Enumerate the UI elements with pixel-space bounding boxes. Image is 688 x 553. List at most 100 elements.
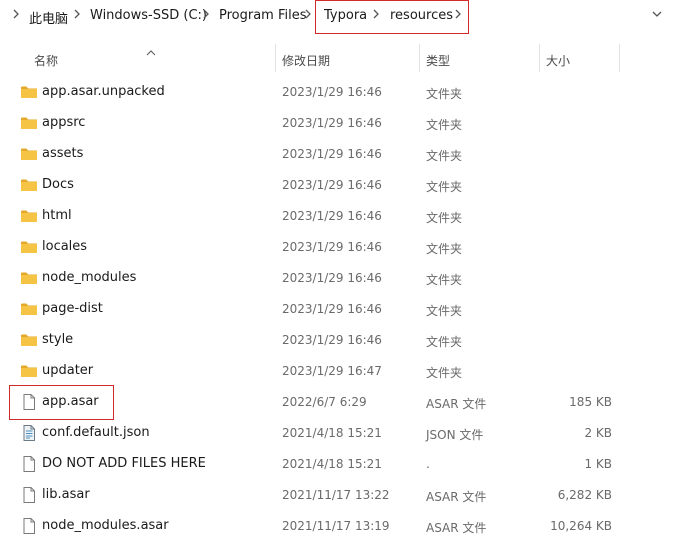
- folder-icon: [20, 300, 38, 318]
- file-icon: [20, 517, 38, 535]
- file-size: 185 KB: [569, 395, 612, 409]
- file-type: 文件夹: [426, 273, 463, 287]
- file-size: 1 KB: [584, 457, 612, 471]
- chevron-right-icon[interactable]: [203, 9, 209, 19]
- breadcrumb-item-typora[interactable]: Typora: [324, 8, 367, 23]
- column-header-row: 名称 修改日期 类型 大小: [0, 44, 688, 76]
- folder-icon: [20, 176, 38, 194]
- file-modified-date: 2023/1/29 16:46: [282, 240, 382, 254]
- file-name: page-dist: [42, 301, 103, 316]
- file-modified-date: 2023/1/29 16:46: [282, 85, 382, 99]
- file-type: ASAR 文件: [426, 397, 487, 411]
- folder-icon: [20, 83, 38, 101]
- file-icon: [20, 486, 38, 504]
- file-type: 文件夹: [426, 335, 463, 349]
- file-modified-date: 2023/1/29 16:46: [282, 209, 382, 223]
- column-header-date[interactable]: 修改日期: [282, 52, 330, 69]
- file-name: assets: [42, 146, 84, 161]
- file-name: html: [42, 208, 72, 223]
- file-row[interactable]: html 2023/1/29 16:46 文件夹: [0, 201, 688, 232]
- column-divider[interactable]: [539, 44, 540, 72]
- file-row[interactable]: app.asar.unpacked 2023/1/29 16:46 文件夹: [0, 77, 688, 108]
- file-modified-date: 2021/11/17 13:22: [282, 488, 390, 502]
- file-modified-date: 2023/1/29 16:46: [282, 302, 382, 316]
- file-modified-date: 2023/1/29 16:46: [282, 333, 382, 347]
- file-size: 10,264 KB: [550, 519, 612, 533]
- file-size: 6,282 KB: [557, 488, 612, 502]
- breadcrumb-item-this-pc[interactable]: 此电脑: [29, 8, 68, 27]
- column-divider[interactable]: [419, 44, 420, 72]
- chevron-right-icon[interactable]: [455, 9, 461, 19]
- file-row[interactable]: node_modules.asar 2021/11/17 13:19 ASAR 文件…: [0, 511, 688, 542]
- chevron-right-icon[interactable]: [305, 9, 311, 19]
- file-row[interactable]: Docs 2023/1/29 16:46 文件夹: [0, 170, 688, 201]
- file-name: style: [42, 332, 74, 347]
- column-divider[interactable]: [619, 44, 620, 72]
- file-name: node_modules: [42, 270, 137, 285]
- file-type: 文件夹: [426, 149, 463, 163]
- file-name: locales: [42, 239, 88, 254]
- file-row[interactable]: appsrc 2023/1/29 16:46 文件夹: [0, 108, 688, 139]
- file-row[interactable]: conf.default.json 2021/4/18 15:21 JSON 文件 2…: [0, 418, 688, 449]
- file-name: appsrc: [42, 115, 86, 130]
- file-type: 文件夹: [426, 180, 463, 194]
- folder-icon: [20, 114, 38, 132]
- file-name: app.asar.unpacked: [42, 84, 165, 99]
- chevron-down-icon[interactable]: [652, 11, 662, 17]
- file-row[interactable]: updater 2023/1/29 16:47 文件夹: [0, 356, 688, 387]
- file-type: 文件夹: [426, 211, 463, 225]
- chevron-right-icon[interactable]: [13, 9, 19, 19]
- file-type: ASAR 文件: [426, 521, 487, 535]
- folder-icon: [20, 207, 38, 225]
- file-modified-date: 2023/1/29 16:46: [282, 116, 382, 130]
- column-header-name[interactable]: 名称: [34, 52, 58, 69]
- file-type: 文件夹: [426, 242, 463, 256]
- file-name: DO NOT ADD FILES HERE: [42, 456, 206, 471]
- column-divider[interactable]: [275, 44, 276, 72]
- file-type: .: [426, 457, 430, 471]
- file-name: conf.default.json: [42, 425, 150, 440]
- chevron-right-icon[interactable]: [373, 9, 379, 19]
- file-type: ASAR 文件: [426, 490, 487, 504]
- file-row[interactable]: style 2023/1/29 16:46 文件夹: [0, 325, 688, 356]
- breadcrumb-item-drive[interactable]: Windows-SSD (C:): [90, 8, 207, 23]
- file-row[interactable]: node_modules 2023/1/29 16:46 文件夹: [0, 263, 688, 294]
- file-name: lib.asar: [42, 487, 90, 502]
- file-name: node_modules.asar: [42, 518, 169, 533]
- file-type: 文件夹: [426, 118, 463, 132]
- file-icon: [20, 455, 38, 473]
- column-header-size[interactable]: 大小: [546, 52, 570, 69]
- file-modified-date: 2022/6/7 6:29: [282, 395, 367, 409]
- file-modified-date: 2023/1/29 16:46: [282, 178, 382, 192]
- folder-icon: [20, 269, 38, 287]
- file-modified-date: 2021/4/18 15:21: [282, 457, 382, 471]
- file-type: JSON 文件: [426, 428, 484, 442]
- file-modified-date: 2023/1/29 16:46: [282, 147, 382, 161]
- file-modified-date: 2023/1/29 16:46: [282, 271, 382, 285]
- file-name: Docs: [42, 177, 74, 192]
- file-row[interactable]: assets 2023/1/29 16:46 文件夹: [0, 139, 688, 170]
- file-row[interactable]: lib.asar 2021/11/17 13:22 ASAR 文件 6,282 KB: [0, 480, 688, 511]
- file-row[interactable]: page-dist 2023/1/29 16:46 文件夹: [0, 294, 688, 325]
- column-header-type[interactable]: 类型: [426, 52, 450, 69]
- highlight-box-file: [9, 385, 114, 420]
- file-type: 文件夹: [426, 304, 463, 318]
- file-size: 2 KB: [584, 426, 612, 440]
- file-modified-date: 2021/11/17 13:19: [282, 519, 390, 533]
- file-name: updater: [42, 363, 94, 378]
- json-file-icon: [20, 424, 38, 442]
- folder-icon: [20, 331, 38, 349]
- file-modified-date: 2023/1/29 16:47: [282, 364, 382, 378]
- address-bar: 此电脑 Windows-SSD (C:) Program Files Typor…: [0, 0, 688, 34]
- file-type: 文件夹: [426, 87, 463, 101]
- file-type: 文件夹: [426, 366, 463, 380]
- chevron-right-icon[interactable]: [74, 9, 80, 19]
- breadcrumb-item-program-files[interactable]: Program Files: [219, 8, 307, 23]
- folder-icon: [20, 145, 38, 163]
- folder-icon: [20, 238, 38, 256]
- folder-icon: [20, 362, 38, 380]
- file-row[interactable]: DO NOT ADD FILES HERE 2021/4/18 15:21. 1 K…: [0, 449, 688, 480]
- breadcrumb-item-resources[interactable]: resources: [390, 8, 453, 23]
- file-modified-date: 2021/4/18 15:21: [282, 426, 382, 440]
- file-row[interactable]: locales 2023/1/29 16:46 文件夹: [0, 232, 688, 263]
